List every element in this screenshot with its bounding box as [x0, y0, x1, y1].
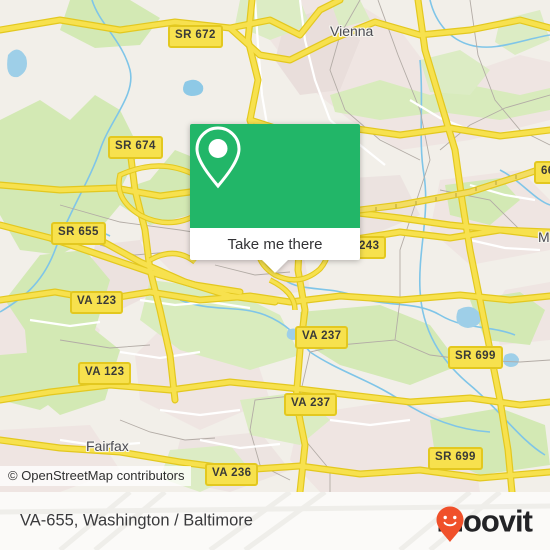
road-shield-va-123-north[interactable]: VA 123	[70, 291, 124, 314]
road-shield-sr-699-north[interactable]: SR 699	[448, 346, 503, 369]
road-shield-edge-clipped[interactable]: 66	[534, 161, 550, 184]
road-shield-sr-674[interactable]: SR 674	[108, 136, 163, 159]
popup-header	[190, 124, 360, 228]
road-shield-sr-699-south[interactable]: SR 699	[428, 447, 483, 470]
place-label-vienna: Vienna	[330, 23, 374, 39]
place-label-clipped-right: M	[538, 229, 550, 245]
destination-popup-card[interactable]: Take me there	[190, 124, 360, 273]
road-shield-va-237-south[interactable]: VA 237	[284, 393, 338, 416]
moovit-brand[interactable]: moovit	[435, 506, 533, 542]
location-title: VA-655, Washington / Baltimore	[20, 511, 253, 530]
map-pin-icon	[195, 126, 241, 189]
popup-pointer-tail	[262, 260, 288, 273]
road-shield-va-123-south[interactable]: VA 123	[78, 362, 132, 385]
osm-attribution[interactable]: © OpenStreetMap contributors	[0, 466, 191, 486]
moovit-smiley-pin-icon	[436, 506, 464, 542]
map-canvas[interactable]: SR 672 SR 674 SR 655 VA 123 VA 123 243 V…	[0, 0, 550, 492]
place-label-fairfax: Fairfax	[86, 438, 129, 454]
road-shield-sr-672[interactable]: SR 672	[168, 25, 223, 48]
popup-action-label[interactable]: Take me there	[190, 228, 360, 260]
moovit-map-screenshot: SR 672 SR 674 SR 655 VA 123 VA 123 243 V…	[0, 0, 550, 550]
road-shield-va-236[interactable]: VA 236	[205, 463, 259, 486]
road-shield-sr-655[interactable]: SR 655	[51, 222, 106, 245]
road-shield-va-237-north[interactable]: VA 237	[295, 326, 349, 349]
bottom-info-bar: VA-655, Washington / Baltimore moovit	[0, 492, 550, 550]
